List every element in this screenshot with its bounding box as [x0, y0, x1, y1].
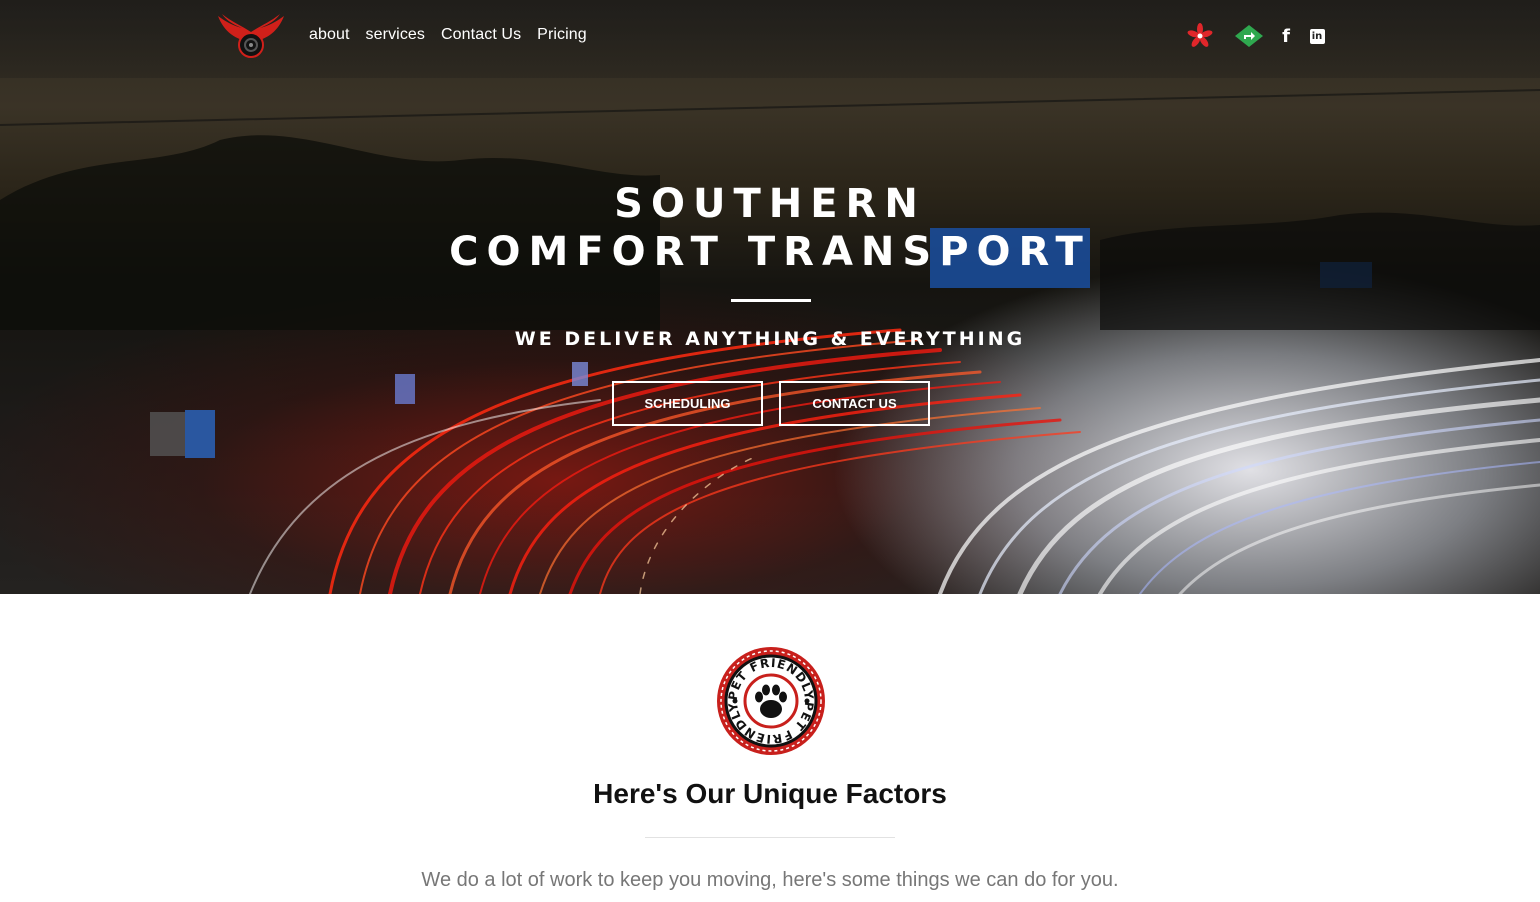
hero-divider: [731, 299, 811, 302]
nav-about[interactable]: about: [309, 24, 350, 46]
hero-section: about services Contact Us Pricing f in S…: [0, 0, 1540, 594]
pet-friendly-badge: PET FRIENDLY PET FRIENDLY: [717, 647, 825, 755]
yelp-icon[interactable]: [1186, 22, 1214, 50]
hero-title-line2: COMFORT TRANSPORT: [449, 229, 1091, 275]
section-divider: [645, 837, 895, 838]
nav-pricing[interactable]: Pricing: [537, 24, 587, 46]
scheduling-button[interactable]: SCHEDULING: [612, 381, 763, 426]
social-links: f in: [1186, 22, 1325, 50]
nav-contact-us[interactable]: Contact Us: [441, 24, 521, 46]
linkedin-glyph: in: [1309, 28, 1325, 44]
contact-us-button[interactable]: CONTACT US: [779, 381, 930, 426]
top-navbar: about services Contact Us Pricing f in: [0, 0, 1540, 78]
nav-services[interactable]: services: [366, 24, 425, 46]
winged-wheel-logo[interactable]: [216, 12, 286, 62]
highway-background-image: [0, 89, 1540, 594]
linkedin-icon[interactable]: in: [1309, 22, 1325, 50]
facebook-icon[interactable]: f: [1280, 22, 1292, 50]
hero-tagline: WE DELIVER ANYTHING & EVERYTHING: [514, 328, 1026, 350]
hero-title-line1: SOUTHERN: [614, 181, 926, 227]
section-subtitle: We do a lot of work to keep you moving, …: [421, 869, 1119, 891]
section-title: Here's Our Unique Factors: [593, 778, 947, 809]
route-icon[interactable]: [1234, 22, 1264, 50]
main-nav: about services Contact Us Pricing: [309, 24, 587, 46]
